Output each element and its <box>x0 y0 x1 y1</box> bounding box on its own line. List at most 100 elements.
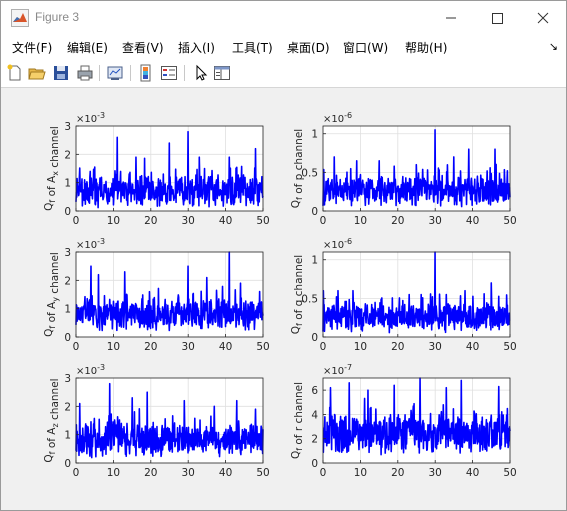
subplot-grid: 0 10 20 30 40 500123×10-3Qf of Ax channel0 10 2… <box>43 111 517 479</box>
y-tick-label: 1 <box>64 304 71 316</box>
axis-exponent-label: ×10-3 <box>76 237 105 251</box>
x-tick-label: 30 <box>182 467 195 479</box>
maximize-button[interactable] <box>474 1 520 35</box>
y-tick-label: 0 <box>64 206 71 218</box>
menu-window[interactable]: 窗口(W) <box>343 39 388 56</box>
x-tick-label: 40 <box>219 341 232 353</box>
y-tick-label: 0 <box>311 206 318 218</box>
close-button[interactable] <box>520 1 566 35</box>
x-tick-label: 50 <box>256 215 269 227</box>
new-figure-icon[interactable] <box>6 64 24 82</box>
y-tick-label: 2 <box>311 434 318 446</box>
y-axis-label: Qf of r channel <box>290 382 305 459</box>
menu-file[interactable]: 文件(F) <box>12 39 52 56</box>
toolbar-separator <box>184 65 185 81</box>
y-tick-label: 3 <box>64 247 71 259</box>
x-tick-label: 20 <box>391 341 404 353</box>
x-tick-label: 50 <box>503 341 516 353</box>
axis-exponent-label: ×10-6 <box>323 111 352 125</box>
y-tick-label: 6 <box>311 385 318 397</box>
y-tick-label: 1 <box>64 430 71 442</box>
menu-help[interactable]: 帮助(H) <box>405 39 447 56</box>
legend-icon[interactable] <box>160 64 178 82</box>
subplot-5: 0 10 20 30 40 50 0 1 2 3 ×10-3 Qf of Az channel <box>43 363 270 479</box>
link-plot-icon[interactable] <box>106 64 124 82</box>
x-tick-label: 20 <box>144 341 157 353</box>
y-tick-label: 3 <box>64 373 71 385</box>
subplot-1: 0 10 20 30 40 50 0 1 2 3 ×10-3 Qf of Ax channel <box>43 111 270 227</box>
minimize-button[interactable] <box>428 1 474 35</box>
y-tick-label: 1 <box>311 129 318 141</box>
x-tick-label: 0 <box>320 467 327 479</box>
window-title: Figure 3 <box>35 10 80 24</box>
x-tick-label: 0 <box>320 341 327 353</box>
toolbar-separator <box>99 65 100 81</box>
y-axis-label: Qf of Az channel <box>43 378 61 462</box>
property-editor-icon[interactable] <box>213 64 231 82</box>
x-tick-label: 30 <box>182 341 195 353</box>
x-tick-label: 40 <box>466 467 479 479</box>
y-tick-label: 2 <box>64 401 71 413</box>
pointer-icon[interactable] <box>192 64 210 82</box>
toolbar-separator <box>130 65 131 81</box>
menu-view[interactable]: 查看(V) <box>122 39 164 56</box>
x-tick-label: 30 <box>429 215 442 227</box>
x-tick-label: 10 <box>107 467 120 479</box>
y-tick-label: 0 <box>311 332 318 344</box>
print-icon[interactable] <box>76 64 94 82</box>
matlab-app-icon <box>11 9 29 27</box>
x-tick-label: 10 <box>354 341 367 353</box>
menu-overflow-icon[interactable]: ↘ <box>549 40 558 53</box>
y-tick-label: 1 <box>311 255 318 267</box>
subplot-4: 0 10 20 30 40 5000.51×10-6Qf of q channel <box>290 237 517 353</box>
y-tick-label: 2 <box>64 149 71 161</box>
x-tick-label: 0 <box>73 341 80 353</box>
x-tick-label: 10 <box>354 467 367 479</box>
x-tick-label: 20 <box>144 467 157 479</box>
menu-bar: 文件(F) 编辑(E) 查看(V) 插入(I) 工具(T) 桌面(D) 窗口(W… <box>1 35 566 59</box>
y-tick-label: 0 <box>311 458 318 470</box>
colorbar-icon[interactable] <box>137 64 155 82</box>
axis-exponent-label: ×10-3 <box>76 111 105 125</box>
x-tick-label: 10 <box>107 215 120 227</box>
x-tick-label: 0 <box>73 467 80 479</box>
y-axis-label: Qf of p channel <box>290 129 305 208</box>
axis-exponent-label: ×10-7 <box>323 363 352 377</box>
axis-exponent-label: ×10-3 <box>76 363 105 377</box>
y-tick-label: 0 <box>64 332 71 344</box>
toolbar <box>1 59 566 88</box>
x-tick-label: 0 <box>73 215 80 227</box>
x-tick-label: 20 <box>391 467 404 479</box>
y-tick-label: 0 <box>64 458 71 470</box>
y-tick-label: 3 <box>64 121 71 133</box>
menu-desktop[interactable]: 桌面(D) <box>287 39 330 56</box>
x-tick-label: 30 <box>429 467 442 479</box>
subplot-6: 0 10 20 30 40 50 0 2 4 6 ×10-7 Qf of r channel <box>290 363 517 479</box>
x-tick-label: 50 <box>256 341 269 353</box>
x-tick-label: 0 <box>320 215 327 227</box>
menu-insert[interactable]: 插入(I) <box>178 39 215 56</box>
x-tick-label: 10 <box>107 341 120 353</box>
open-file-icon[interactable] <box>28 64 46 82</box>
subplot-3: 0 10 20 30 40 50 0 1 2 3 ×10-3 Qf of Ay channel <box>43 237 270 353</box>
x-tick-label: 20 <box>144 215 157 227</box>
menu-tools[interactable]: 工具(T) <box>232 39 273 56</box>
x-tick-label: 30 <box>182 215 195 227</box>
x-tick-label: 50 <box>503 467 516 479</box>
y-tick-label: 2 <box>64 275 71 287</box>
y-axis-label: Qf of Ay channel <box>43 252 61 337</box>
y-axis-label: Qf of Ax channel <box>43 126 61 211</box>
y-tick-label: 4 <box>311 409 318 421</box>
save-icon[interactable] <box>52 64 70 82</box>
x-tick-label: 50 <box>503 215 516 227</box>
title-bar[interactable]: Figure 3 <box>1 1 566 35</box>
x-tick-label: 20 <box>391 215 404 227</box>
x-tick-label: 40 <box>466 215 479 227</box>
menu-edit[interactable]: 编辑(E) <box>67 39 108 56</box>
x-tick-label: 40 <box>219 215 232 227</box>
x-tick-label: 40 <box>466 341 479 353</box>
x-tick-label: 50 <box>256 467 269 479</box>
y-tick-label: 1 <box>64 178 71 190</box>
x-tick-label: 10 <box>354 215 367 227</box>
figure-window: Figure 3 文件(F) 编辑(E) 查看(V) 插入(I) 工具(T) 桌… <box>0 0 567 511</box>
